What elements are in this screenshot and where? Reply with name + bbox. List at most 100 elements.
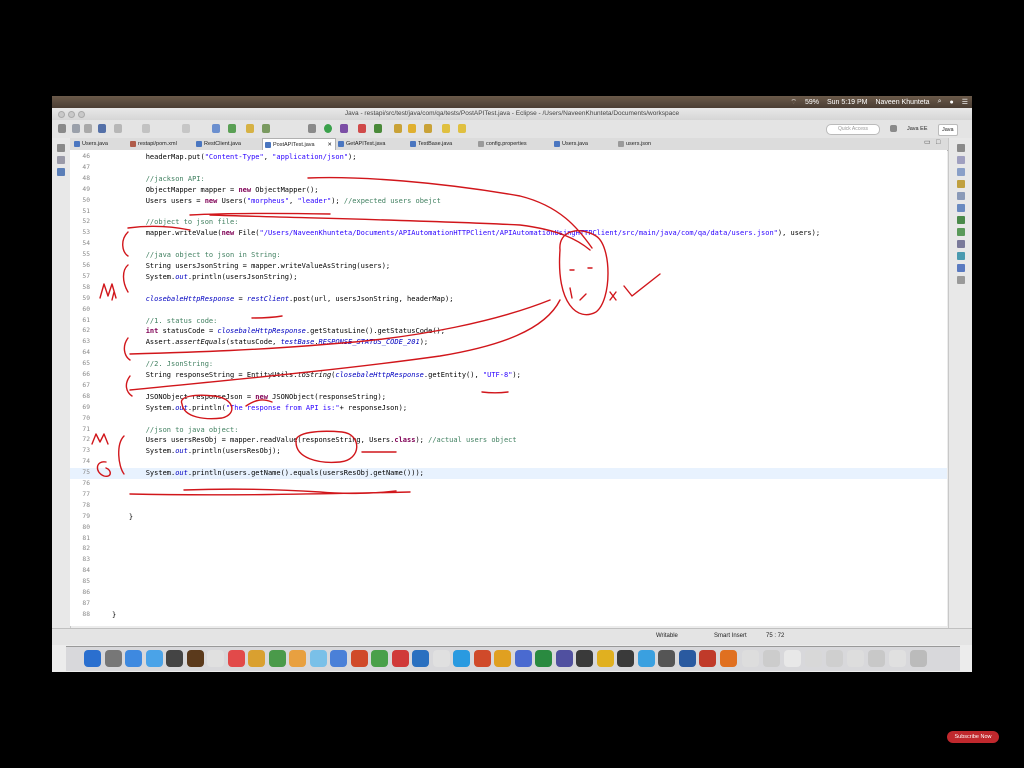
- line-code[interactable]: ObjectMapper mapper = new ObjectMapper()…: [112, 185, 319, 196]
- line-code[interactable]: }: [112, 512, 133, 523]
- snippets-icon[interactable]: [957, 252, 965, 260]
- code-line[interactable]: 61 //1. status code:: [70, 316, 947, 327]
- dock-app-icon[interactable]: [268, 650, 286, 667]
- servers-icon[interactable]: [957, 228, 965, 236]
- code-line[interactable]: 70: [70, 414, 947, 425]
- dock-app-icon[interactable]: [576, 650, 593, 667]
- line-code[interactable]: int statusCode = closebaleHttpResponse.g…: [112, 326, 445, 337]
- minimize-editor-icon[interactable]: ▭: [924, 138, 931, 148]
- forward-icon[interactable]: [458, 124, 466, 133]
- line-code[interactable]: Assert.assertEquals(statusCode, testBase…: [112, 337, 428, 348]
- task-icon[interactable]: [262, 124, 270, 133]
- code-line[interactable]: 80: [70, 523, 947, 534]
- code-line[interactable]: 55 //java object to json in String:: [70, 250, 947, 261]
- code-line[interactable]: 60: [70, 305, 947, 316]
- code-line[interactable]: 57 System.out.println(usersJsonString);: [70, 272, 947, 283]
- dock-app-icon[interactable]: [186, 650, 204, 667]
- notification-center-icon[interactable]: ☰: [962, 98, 968, 106]
- dock-app-icon[interactable]: [637, 650, 655, 667]
- dock-document-icon[interactable]: [763, 650, 780, 667]
- code-line[interactable]: 62 int statusCode = closebaleHttpRespons…: [70, 326, 947, 337]
- code-line[interactable]: 46 headerMap.put("Content-Type", "applic…: [70, 152, 947, 163]
- dock-app-icon[interactable]: [207, 650, 224, 667]
- line-code[interactable]: String usersJsonString = mapper.writeVal…: [112, 261, 390, 272]
- undo-icon[interactable]: [182, 124, 190, 133]
- settings-icon[interactable]: [308, 124, 316, 133]
- code-line[interactable]: 52 //object to json file:: [70, 217, 947, 228]
- code-line[interactable]: 66 String responseString = EntityUtils.t…: [70, 370, 947, 381]
- console-icon[interactable]: [957, 216, 965, 224]
- dock-document-icon[interactable]: [805, 650, 822, 667]
- code-line[interactable]: 53 mapper.writeValue(new File("/Users/Na…: [70, 228, 947, 239]
- code-line[interactable]: 69 System.out.println("The response from…: [70, 403, 947, 414]
- code-line[interactable]: 65 //2. JsonString:: [70, 359, 947, 370]
- subscribe-now-button[interactable]: Subscribe Now: [947, 731, 999, 743]
- line-code[interactable]: String responseString = EntityUtils.toSt…: [112, 370, 521, 381]
- dock-app-icon[interactable]: [289, 650, 306, 667]
- dock-document-icon[interactable]: [826, 650, 843, 667]
- open-folder-icon[interactable]: [394, 124, 402, 133]
- line-code[interactable]: System.out.println(users.getName().equal…: [112, 468, 424, 479]
- code-line[interactable]: 59 closebaleHttpResponse = restClient.po…: [70, 294, 947, 305]
- server-icon[interactable]: [212, 124, 220, 133]
- code-line[interactable]: 72 Users usersResObj = mapper.readValue(…: [70, 435, 947, 446]
- spotlight-icon[interactable]: ⌕: [938, 98, 942, 106]
- restore-right-icon[interactable]: [957, 144, 965, 152]
- line-code[interactable]: mapper.writeValue(new File("/Users/Navee…: [112, 228, 820, 239]
- code-line[interactable]: 47: [70, 163, 947, 174]
- dock-app-icon[interactable]: [555, 650, 573, 667]
- line-code[interactable]: //json to java object:: [112, 425, 239, 436]
- dock-app-icon[interactable]: [514, 650, 532, 667]
- code-line[interactable]: 85: [70, 577, 947, 588]
- dock-app-icon[interactable]: [596, 650, 614, 667]
- dock-app-icon[interactable]: [350, 650, 368, 667]
- tab-users-json[interactable]: users.json: [616, 138, 678, 150]
- dock-app-icon[interactable]: [453, 650, 470, 667]
- code-line[interactable]: 63 Assert.assertEquals(statusCode, testB…: [70, 337, 947, 348]
- dock-document-icon[interactable]: [847, 650, 864, 667]
- code-line[interactable]: 84: [70, 566, 947, 577]
- search-view-icon[interactable]: [957, 264, 965, 272]
- zoom-window-button[interactable]: [78, 111, 85, 118]
- code-line[interactable]: 64: [70, 348, 947, 359]
- dock-app-icon[interactable]: [330, 650, 347, 667]
- debug-icon[interactable]: [340, 124, 348, 133]
- javadoc-icon[interactable]: [957, 192, 965, 200]
- line-code[interactable]: //1. status code:: [112, 316, 218, 327]
- code-line[interactable]: 82: [70, 544, 947, 555]
- battery-level[interactable]: 59%: [805, 99, 819, 106]
- line-code[interactable]: headerMap.put("Content-Type", "applicati…: [112, 152, 357, 163]
- junit-icon[interactable]: [57, 168, 65, 176]
- code-line[interactable]: 67: [70, 381, 947, 392]
- dock-app-icon[interactable]: [371, 650, 388, 667]
- dock-document-icon[interactable]: [784, 650, 801, 667]
- line-code[interactable]: System.out.println("The response from AP…: [112, 403, 407, 414]
- siri-icon[interactable]: ●: [949, 99, 953, 106]
- user-name[interactable]: Naveen Khunteta: [875, 99, 929, 106]
- dock-app-icon[interactable]: [412, 650, 429, 667]
- clock[interactable]: Sun 5:19 PM: [827, 99, 867, 106]
- dock-document-icon[interactable]: [868, 650, 885, 667]
- code-line[interactable]: 74: [70, 457, 947, 468]
- wifi-icon[interactable]: ⌔: [790, 98, 797, 107]
- dock-app-icon[interactable]: [84, 650, 101, 667]
- line-code[interactable]: JSONObject responseJson = new JSONObject…: [112, 392, 386, 403]
- dock-app-icon[interactable]: [227, 650, 245, 667]
- folder-icon[interactable]: [246, 124, 254, 133]
- annotation-icon[interactable]: [408, 124, 416, 133]
- code-line[interactable]: 83: [70, 555, 947, 566]
- dock-app-icon[interactable]: [678, 650, 696, 667]
- stop-icon[interactable]: [358, 124, 366, 133]
- dock-app-icon[interactable]: [104, 650, 122, 667]
- code-line[interactable]: 51: [70, 207, 947, 218]
- dock-app-icon[interactable]: [535, 650, 552, 667]
- save-icon[interactable]: [72, 124, 80, 133]
- save-all-icon[interactable]: [84, 124, 92, 133]
- dock-document-icon[interactable]: [742, 650, 759, 667]
- code-line[interactable]: 48 //jackson API:: [70, 174, 947, 185]
- line-code[interactable]: //object to json file:: [112, 217, 239, 228]
- dock-app-icon[interactable]: [719, 650, 737, 667]
- back-icon[interactable]: [442, 124, 450, 133]
- dock-app-icon[interactable]: [145, 650, 163, 667]
- tab-testbase-java[interactable]: TestBase.java: [408, 138, 476, 150]
